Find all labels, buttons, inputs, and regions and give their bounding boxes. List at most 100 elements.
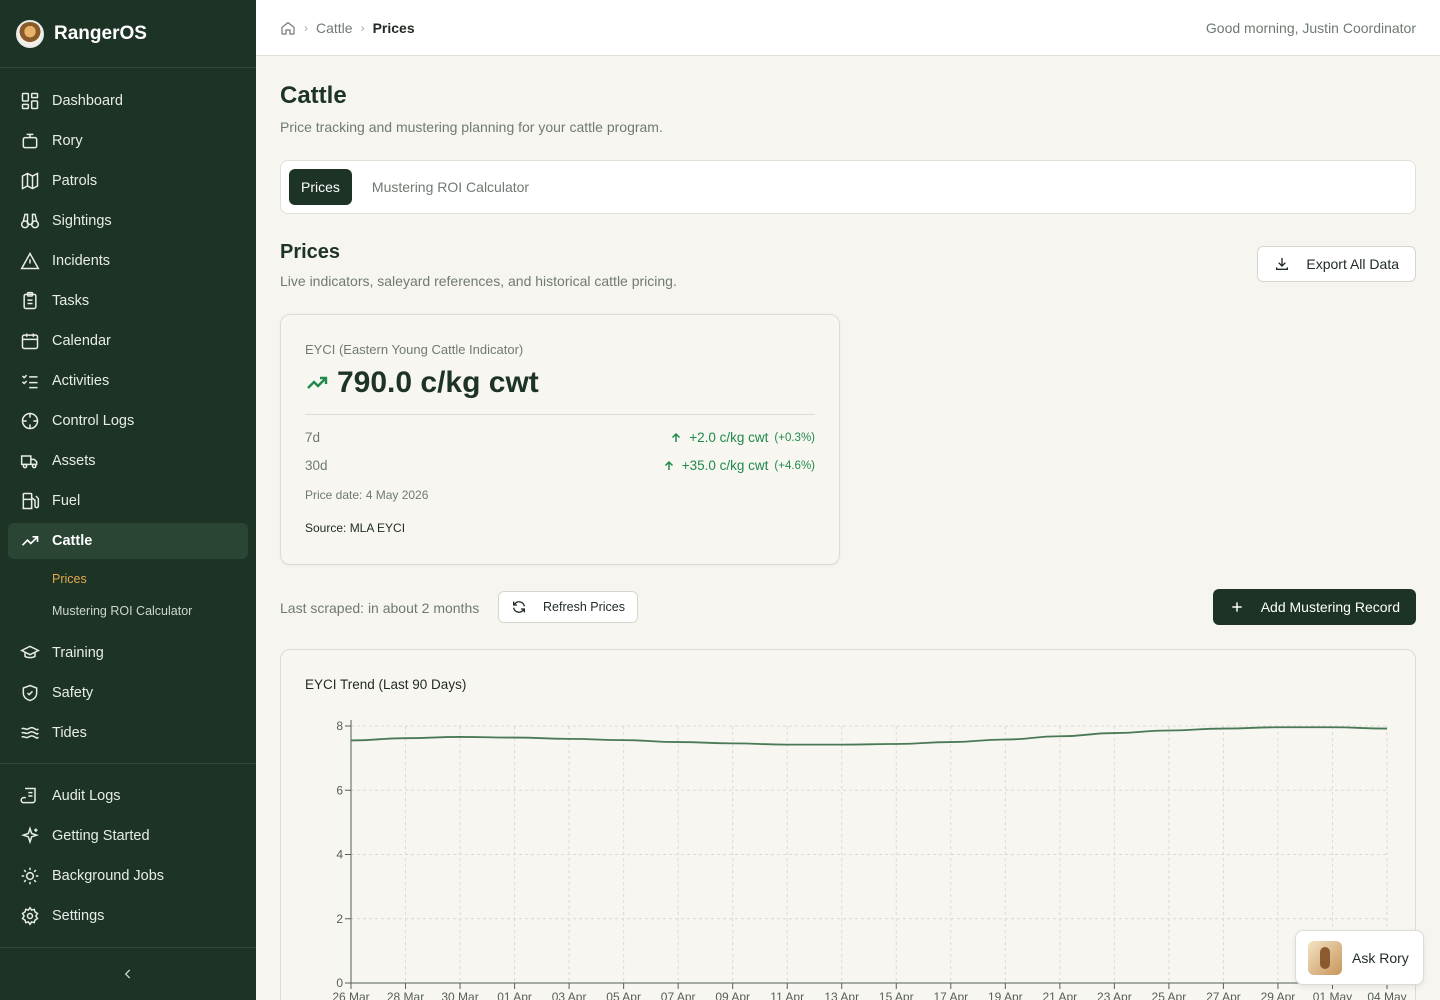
trending-up-icon [21,536,39,546]
nav-item-safety[interactable]: Safety [8,675,248,711]
breadcrumb-cattle[interactable]: Cattle [316,20,353,36]
change-row-7d: 7d +2.0 c/kg cwt (+0.3%) [305,430,815,445]
nav-item-activities[interactable]: Activities [8,363,248,399]
price-date: Price date: 4 May 2026 [305,488,429,502]
nav-item-cattle[interactable]: Cattle [8,523,248,559]
x-tick-label: 19 Apr [988,990,1023,1000]
download-icon [1276,258,1289,270]
dashboard-icon [21,92,39,110]
ask-rory-label: Ask Rory [1352,949,1409,966]
map-icon [21,172,39,190]
x-tick-label: 03 Apr [552,990,587,1000]
nav-item-control-logs[interactable]: Control Logs [8,403,248,439]
series-line [350,726,1388,746]
nav-subitem-prices[interactable]: Prices [0,563,256,595]
brand[interactable]: RangerOS [0,0,256,68]
indicator-value: 790.0 c/kg cwt [305,366,539,400]
nav-label: Activities [52,373,110,389]
nav-item-settings[interactable]: Settings [8,898,248,934]
x-tick-label: 28 Mar [387,990,424,1000]
home-icon[interactable] [280,20,296,36]
x-tick-label: 11 Apr [770,990,804,1000]
sidebar-collapse-button[interactable] [0,947,256,1000]
truck-icon [20,455,38,469]
nav-item-assets[interactable]: Assets [8,443,248,479]
section-title: Prices [280,241,341,263]
app-name: RangerOS [54,22,147,44]
nav-item-calendar[interactable]: Calendar [8,323,248,359]
page-subtitle: Price tracking and mustering planning fo… [280,119,663,135]
rory-avatar-icon [1308,940,1342,975]
x-tick-label: 01 Apr [497,990,532,1000]
sidebar: RangerOS Dashboard Rory Patrols Sighting… [0,0,256,1000]
change-amount: +2.0 c/kg cwt [689,430,769,445]
chevron-right-icon: › [304,20,308,35]
nav-divider [0,763,256,764]
nav-item-incidents[interactable]: Incidents [8,243,248,279]
clipboard-icon [23,291,37,310]
add-label: Add Mustering Record [1260,599,1400,615]
nav-item-training[interactable]: Training [8,635,248,671]
nav-label: Tasks [52,293,90,309]
nav-subitem-mustering-roi[interactable]: Mustering ROI Calculator [0,595,256,627]
arrow-up-icon [672,432,681,442]
ask-rory-button[interactable]: Ask Rory [1295,930,1424,985]
section-subtitle: Live indicators, saleyard references, an… [280,273,677,289]
nav-label: Calendar [52,333,111,349]
export-label: Export All Data [1306,256,1399,272]
nav-item-sightings[interactable]: Sightings [8,203,248,239]
settings-icon [21,906,39,926]
nav-item-rory[interactable]: Rory [8,123,248,159]
page-title: Cattle [280,82,347,109]
scroll-icon [20,787,36,804]
ranger-logo-icon [16,19,44,48]
indicator-name: EYCI (Eastern Young Cattle Indicator) [305,342,524,357]
nav-label: Audit Logs [52,788,121,804]
nav-item-audit-logs[interactable]: Audit Logs [8,778,248,814]
x-tick-label: 26 Mar [332,990,369,1000]
y-tick-label: 6 [336,783,343,797]
nav-label: Tides [52,725,87,741]
nav-label: Background Jobs [52,868,165,884]
nav-item-tides[interactable]: Tides [8,715,248,751]
nav-item-patrols[interactable]: Patrols [8,163,248,199]
refresh-label: Refresh Prices [543,600,625,614]
breadcrumb: › Cattle › Prices [280,20,415,36]
waves-icon [21,726,39,739]
nav-item-background-jobs[interactable]: Background Jobs [8,858,248,894]
change-percent: (+4.6%) [774,459,815,472]
x-tick-label: 09 Apr [715,990,750,1000]
y-tick-label: 8 [336,719,343,733]
change-value: +2.0 c/kg cwt (+0.3%) [670,430,815,445]
y-tick-label: 0 [336,976,343,990]
nav-label: Sightings [52,213,112,229]
x-tick-label: 29 Apr [1261,990,1296,1000]
y-tick-label: 2 [336,912,343,926]
nav-label: Training [52,645,104,661]
main-nav: Dashboard Rory Patrols Sightings Inciden… [0,68,256,934]
x-tick-label: 17 Apr [933,990,968,1000]
tab-bar: Prices Mustering ROI Calculator [280,160,1416,214]
x-tick-label: 01 May [1313,990,1352,1000]
price-value: 790.0 c/kg cwt [337,366,539,399]
nav-item-tasks[interactable]: Tasks [8,283,248,319]
period-label: 7d [305,430,321,445]
tab-mustering-roi[interactable]: Mustering ROI Calculator [360,169,541,205]
nav-label: Rory [52,133,83,149]
price-source: Source: MLA EYCI [305,521,406,535]
nav-label: Cattle [52,533,93,549]
add-mustering-record-button[interactable]: Add Mustering Record [1212,589,1416,625]
nav-label: Dashboard [52,93,123,109]
change-amount: +35.0 c/kg cwt [681,458,769,473]
trending-up-icon [307,376,328,389]
breadcrumb-prices: Prices [372,19,415,36]
nav-item-dashboard[interactable]: Dashboard [8,83,248,119]
x-tick-label: 07 Apr [661,990,696,1000]
chevron-left-icon [124,969,131,979]
list-checks-icon [21,374,38,389]
refresh-prices-button[interactable]: Refresh Prices [498,591,638,623]
tab-prices[interactable]: Prices [289,169,352,205]
export-all-button[interactable]: Export All Data [1257,246,1416,282]
nav-item-getting-started[interactable]: Getting Started [8,818,248,854]
nav-item-fuel[interactable]: Fuel [8,483,248,519]
